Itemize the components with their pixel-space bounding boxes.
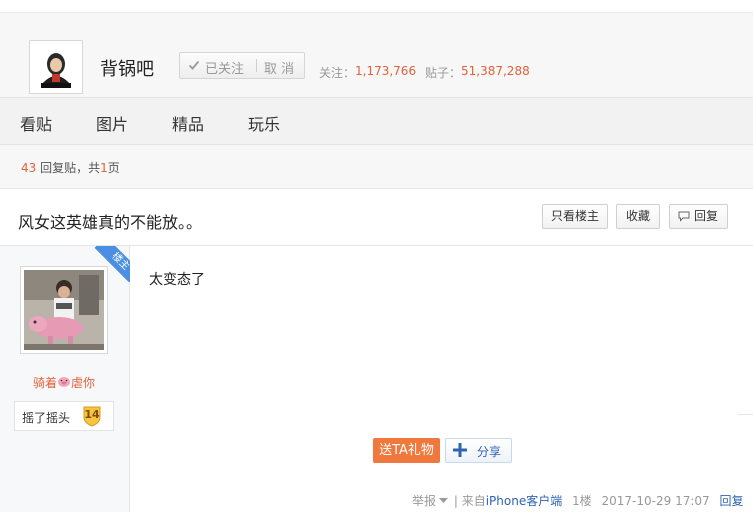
avatar-image: [24, 270, 104, 350]
nav-item-images[interactable]: 图片: [96, 111, 128, 135]
level-number: 14: [84, 408, 100, 421]
unfollow-button[interactable]: 取 消: [264, 58, 294, 77]
posts-label: 贴子：: [425, 66, 462, 80]
divider: [738, 414, 753, 415]
favorite-button[interactable]: 收藏: [616, 204, 660, 229]
divider: [256, 59, 257, 72]
caret-down-icon[interactable]: [439, 498, 449, 504]
comment-icon: [678, 211, 690, 222]
nav-item-featured[interactable]: 精品: [172, 111, 204, 135]
check-icon: [188, 60, 200, 70]
forum-header: 背锅吧 已关注 取 消 关注： 1,173,766 贴子： 51,387,288: [0, 0, 753, 97]
page-count-suffix: 页: [107, 161, 120, 175]
posts-count: 51,387,288: [461, 64, 530, 78]
forum-name[interactable]: 背锅吧: [100, 55, 154, 81]
post-time: 2017-10-29 17:07: [601, 494, 710, 508]
reply-summary: 43 回复贴，共1页: [21, 159, 120, 176]
pig-emoji-icon: [58, 377, 71, 387]
forum-logo-icon: [33, 44, 79, 90]
only-op-button[interactable]: 只看楼主: [542, 204, 608, 229]
reply-count: 43: [21, 161, 37, 175]
post-content: 太变态了: [149, 272, 205, 288]
forum-logo[interactable]: [29, 40, 83, 94]
reply-summary-bar: 43 回复贴，共1页: [0, 145, 753, 189]
level-title: 摇了摇头: [22, 411, 71, 425]
follow-toggle[interactable]: 已关注 取 消: [179, 52, 305, 79]
share-button[interactable]: 分享: [445, 438, 512, 463]
nav-item-posts[interactable]: 看贴: [20, 111, 52, 135]
followers-count: 1,173,766: [355, 64, 417, 78]
post-meta: 举报 | 来自iPhone客户端 1楼 2017-10-29 17:07 回复: [412, 492, 744, 509]
nav-item-fun[interactable]: 玩乐: [248, 111, 280, 135]
source-prefix: | 来自: [450, 494, 486, 508]
report-button[interactable]: 举报: [412, 494, 436, 508]
share-label: 分享: [477, 445, 502, 459]
thread-title: 风女这英雄真的不能放。。: [18, 213, 203, 232]
post: 骑着 虐你 摇了摇头 14 楼主 太变态了 送TA礼物 分享 举报 | 来自iPh…: [0, 246, 753, 512]
reply-button[interactable]: 回复: [669, 204, 728, 229]
op-badge: 楼主: [94, 246, 130, 282]
author-name-part2: 虐你: [71, 376, 96, 390]
author-panel: 骑着 虐你 摇了摇头 14: [0, 246, 130, 512]
followers-label: 关注：: [319, 66, 356, 80]
post-reply-link[interactable]: 回复: [719, 494, 743, 508]
author-name[interactable]: 骑着 虐你: [33, 374, 95, 391]
reply-button-label: 回复: [694, 209, 719, 223]
floor-number: 1楼: [572, 494, 592, 508]
send-gift-button[interactable]: 送TA礼物: [373, 438, 440, 463]
reply-count-suffix: 回复贴，共: [36, 161, 101, 175]
divider: [0, 12, 753, 13]
plus-icon: [453, 443, 467, 457]
author-name-part1: 骑着: [33, 376, 58, 390]
page-count: 1: [100, 161, 108, 175]
level-badge-box[interactable]: 摇了摇头 14: [14, 401, 114, 431]
thread-title-bar: 风女这英雄真的不能放。。 只看楼主 收藏 回复: [0, 190, 753, 246]
forum-nav: 看贴 图片 精品 玩乐: [0, 97, 753, 145]
op-ribbon: 楼主: [94, 246, 130, 282]
followed-label: 已关注: [205, 62, 245, 77]
client-source-link[interactable]: iPhone客户端: [486, 494, 563, 508]
